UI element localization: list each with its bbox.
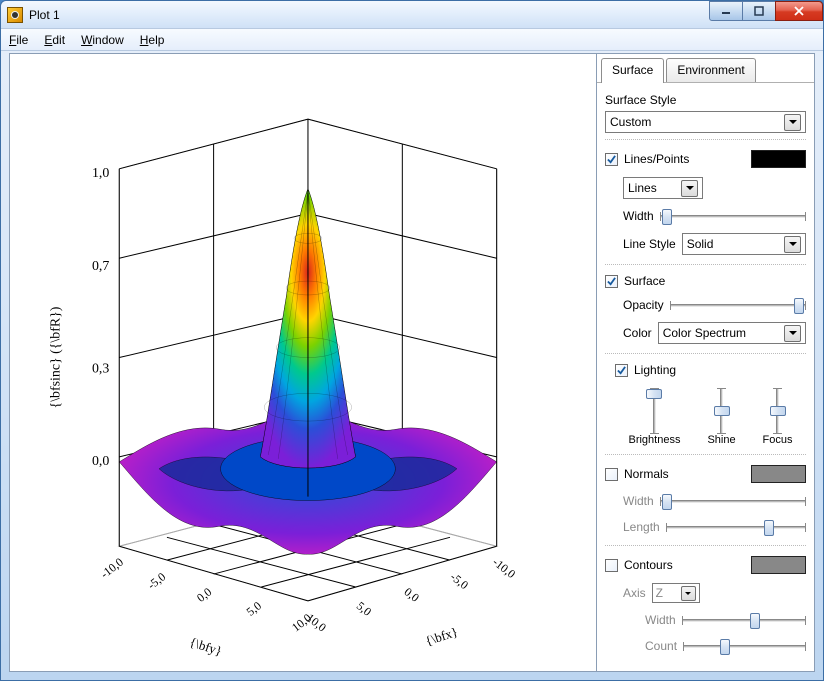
contours-axis-select[interactable]: Z [652,583,700,603]
menu-edit[interactable]: Edit [44,33,65,47]
window-controls [710,1,823,21]
chevron-down-icon [681,586,696,601]
lines-type-select[interactable]: Lines [623,177,703,199]
menubar: File Edit Window Help [1,29,823,51]
normals-label: Normals [624,467,669,481]
contours-count-slider[interactable] [683,637,806,655]
opacity-slider[interactable] [670,296,806,314]
contours-count-label: Count [645,639,677,653]
contours-axis-value: Z [656,586,663,600]
normals-length-label: Length [623,520,660,534]
svg-text:0,0: 0,0 [402,585,422,605]
contours-axis-label: Axis [623,586,646,600]
close-button[interactable] [775,1,823,21]
chevron-down-icon [784,325,801,342]
svg-text:{\bfy}: {\bfy} [188,634,224,659]
contours-checkbox[interactable] [605,559,618,572]
svg-text:0,0: 0,0 [92,454,109,469]
svg-text:5,0: 5,0 [354,599,374,619]
lines-type-value: Lines [628,181,657,195]
lighting-checkbox[interactable] [615,364,628,377]
surface-style-label: Surface Style [605,93,806,107]
line-style-label: Line Style [623,237,676,251]
opacity-label: Opacity [623,298,664,312]
window-title: Plot 1 [29,8,60,22]
svg-text:-5,0: -5,0 [145,569,169,592]
shine-label: Shine [707,434,735,446]
app-icon [7,7,23,23]
menu-window[interactable]: Window [81,33,124,47]
line-style-select[interactable]: Solid [682,233,806,255]
lines-color-box[interactable] [751,150,806,168]
surface-style-select[interactable]: Custom [605,111,806,133]
menu-file[interactable]: File [9,33,28,47]
side-panel: Surface Environment Surface Style Custom… [597,53,815,672]
client-area: 1,0 0,7 0,3 0,0 {\bfsinc} ({\bfR}) -10,0… [9,53,815,672]
color-select[interactable]: Color Spectrum [658,322,806,344]
surface-label: Surface [624,274,665,288]
surface-style-value: Custom [610,115,651,129]
lines-points-checkbox[interactable] [605,153,618,166]
normals-width-label: Width [623,494,654,508]
lines-width-label: Width [623,209,654,223]
normals-width-slider[interactable] [660,492,806,510]
svg-text:-10,0: -10,0 [98,555,126,581]
color-value: Color Spectrum [663,326,746,340]
shine-slider[interactable] [713,388,731,434]
app-window: Plot 1 File Edit Window Help [0,0,824,681]
svg-text:-5,0: -5,0 [448,570,472,593]
color-label: Color [623,326,652,340]
tab-surface[interactable]: Surface [601,58,664,83]
normals-color-box[interactable] [751,465,806,483]
svg-text:5,0: 5,0 [244,599,264,619]
normals-length-slider[interactable] [666,518,806,536]
contours-width-label: Width [645,613,676,627]
tab-environment[interactable]: Environment [666,58,755,82]
maximize-button[interactable] [742,1,776,21]
surface-plot: 1,0 0,7 0,3 0,0 {\bfsinc} ({\bfR}) -10,0… [10,54,596,671]
svg-text:{\bfsinc} ({\bfR}): {\bfsinc} ({\bfR}) [49,306,64,408]
line-style-value: Solid [687,237,714,251]
svg-text:-10,0: -10,0 [490,555,518,581]
focus-label: Focus [763,434,793,446]
minimize-button[interactable] [709,1,743,21]
svg-text:0,0: 0,0 [194,585,214,605]
plot-canvas[interactable]: 1,0 0,7 0,3 0,0 {\bfsinc} ({\bfR}) -10,0… [9,53,597,672]
svg-text:{\bfx}: {\bfx} [423,624,459,649]
brightness-slider[interactable] [645,388,663,434]
normals-checkbox[interactable] [605,468,618,481]
focus-slider[interactable] [769,388,787,434]
chevron-down-icon [681,180,698,197]
chevron-down-icon [784,114,801,131]
contours-label: Contours [624,558,673,572]
chevron-down-icon [784,236,801,253]
svg-text:0,3: 0,3 [92,361,109,376]
contours-color-box[interactable] [751,556,806,574]
titlebar[interactable]: Plot 1 [1,1,823,29]
svg-text:0,7: 0,7 [92,259,109,274]
svg-text:1,0: 1,0 [92,166,109,181]
side-tabs: Surface Environment [597,54,814,83]
surface-panel: Surface Style Custom Lines/Points Lines [597,83,814,666]
contours-width-slider[interactable] [682,611,806,629]
brightness-label: Brightness [628,434,680,446]
lines-width-slider[interactable] [660,207,806,225]
lines-points-label: Lines/Points [624,152,689,166]
surface-checkbox[interactable] [605,275,618,288]
lighting-label: Lighting [634,363,676,377]
menu-help[interactable]: Help [140,33,165,47]
